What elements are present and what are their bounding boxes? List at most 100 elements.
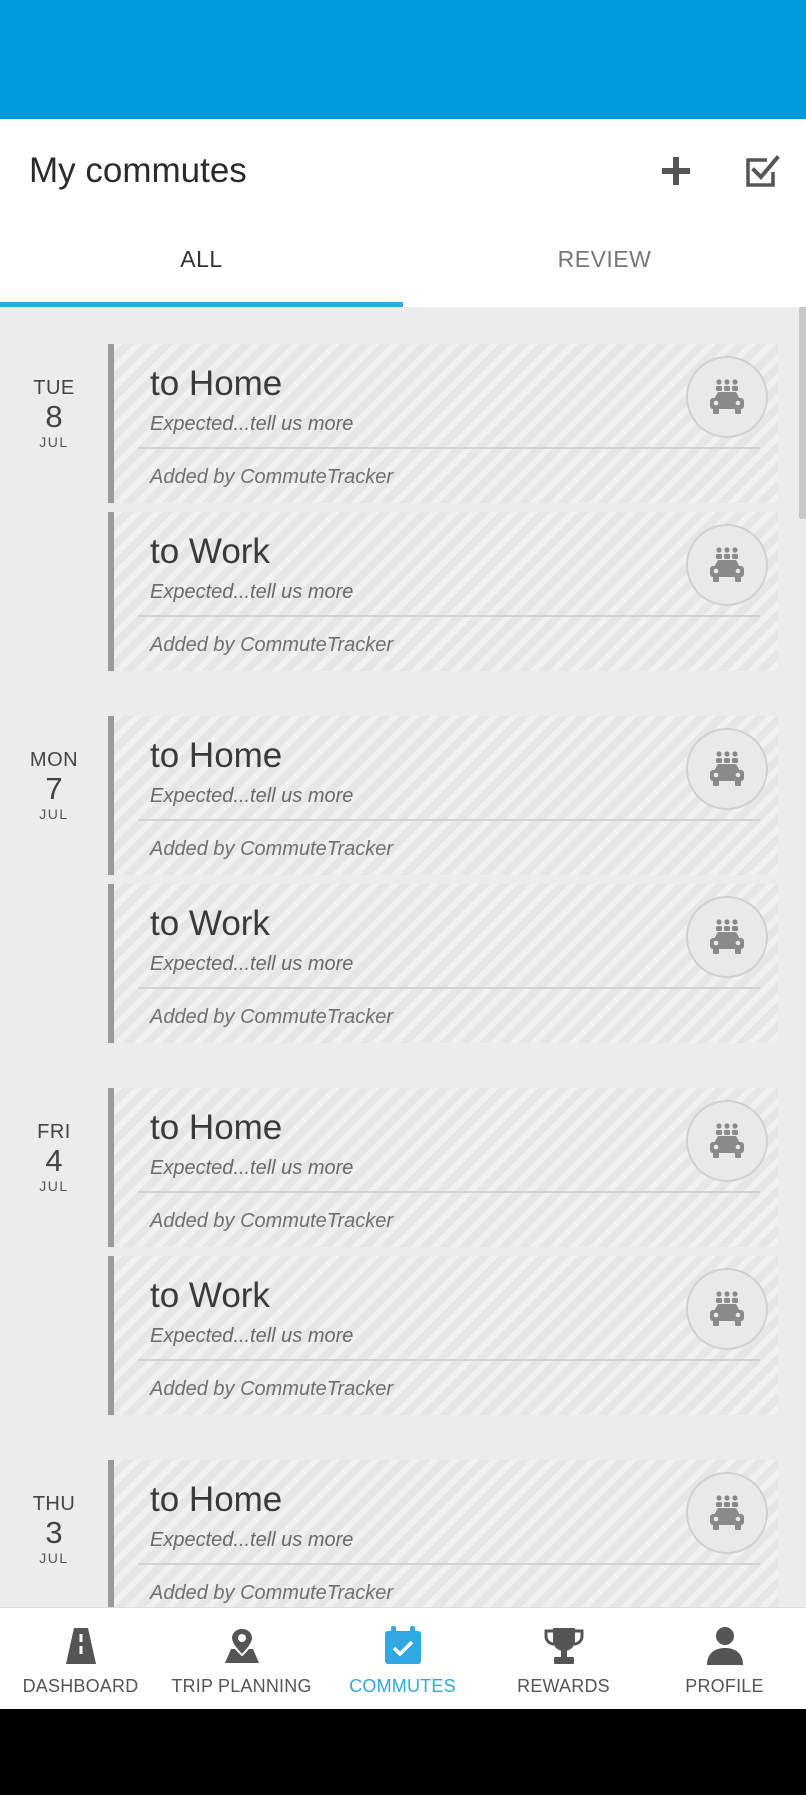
commute-card[interactable]: to Work Expected...tell us more Added by C… (108, 884, 778, 1043)
date-weekday: TUE (33, 377, 75, 399)
commute-destination: to Home (150, 364, 283, 403)
commute-tabs: ALL REVIEW (0, 219, 806, 307)
tab-all[interactable]: ALL (0, 219, 403, 307)
commute-card[interactable]: to Work Expected...tell us more Added by C… (108, 1256, 778, 1415)
date-month: JUL (39, 1178, 69, 1194)
road-icon (65, 1628, 96, 1664)
date-day: 7 (45, 771, 63, 806)
commute-source: Added by CommuteTracker (150, 1210, 394, 1232)
card-divider (138, 447, 760, 449)
commute-mode-button[interactable] (686, 1268, 768, 1350)
carpool-icon (710, 1291, 744, 1326)
commute-destination: to Home (150, 736, 283, 775)
carpool-icon (710, 751, 744, 786)
nav-item-commutes[interactable]: COMMUTES (322, 1608, 483, 1710)
commute-mode-button[interactable] (686, 356, 768, 438)
date-weekday: FRI (37, 1121, 71, 1143)
commute-status: Expected...tell us more (150, 1157, 354, 1179)
status-bar (0, 0, 806, 119)
nav-icon-wrap (60, 1625, 102, 1667)
day-group: TUE 8 JUL to Home Expected...tell us more Add… (0, 344, 806, 680)
commute-destination: to Home (150, 1480, 283, 1519)
carpool-icon (710, 547, 744, 582)
plus-icon (662, 157, 690, 185)
calendar-check-icon (384, 1626, 421, 1664)
commute-mode-button[interactable] (686, 1100, 768, 1182)
commute-status: Expected...tell us more (150, 1529, 354, 1551)
carpool-icon (710, 1123, 744, 1158)
person-icon (706, 1627, 743, 1665)
date-label: MON 7 JUL (0, 749, 108, 822)
card-divider (138, 987, 760, 989)
commute-mode-button[interactable] (686, 728, 768, 810)
nav-icon-wrap (704, 1625, 746, 1667)
nav-item-trip-planning[interactable]: TRIP PLANNING (161, 1608, 322, 1710)
commute-mode-button[interactable] (686, 1472, 768, 1554)
day-group: MON 7 JUL to Home Expected...tell us more Add… (0, 716, 806, 1052)
nav-label: TRIP PLANNING (171, 1676, 312, 1696)
date-month: JUL (39, 434, 69, 450)
commute-status: Expected...tell us more (150, 413, 354, 435)
commute-card[interactable]: to Work Expected...tell us more Added by C… (108, 512, 778, 671)
nav-item-profile[interactable]: PROFILE (644, 1608, 805, 1710)
date-day: 4 (45, 1143, 63, 1178)
trophy-icon (544, 1628, 583, 1664)
nav-item-dashboard[interactable]: DASHBOARD (0, 1608, 161, 1710)
commute-source: Added by CommuteTracker (150, 1378, 394, 1400)
date-day: 3 (45, 1515, 63, 1550)
day-group: FRI 4 JUL to Home Expected...tell us more Add… (0, 1088, 806, 1424)
commute-source: Added by CommuteTracker (150, 466, 394, 488)
commute-status: Expected...tell us more (150, 1325, 354, 1347)
carpool-icon (710, 919, 744, 954)
carpool-icon (710, 379, 744, 414)
commute-status: Expected...tell us more (150, 785, 354, 807)
system-navigation-bar (0, 1709, 806, 1795)
nav-icon-wrap (382, 1625, 424, 1667)
nav-label: COMMUTES (349, 1676, 456, 1696)
date-weekday: THU (32, 1493, 76, 1515)
commute-status: Expected...tell us more (150, 953, 354, 975)
commute-mode-button[interactable] (686, 524, 768, 606)
tab-review[interactable]: REVIEW (403, 219, 806, 307)
date-month: JUL (39, 1550, 69, 1566)
commute-card[interactable]: to Home Expected...tell us more Added by C… (108, 716, 778, 875)
date-label: THU 3 JUL (0, 1493, 108, 1566)
page-title: My commutes (29, 151, 247, 190)
commute-card[interactable]: to Home Expected...tell us more Added by C… (108, 1088, 778, 1247)
commute-card[interactable]: to Home Expected...tell us more Added by C… (108, 1460, 778, 1607)
commute-source: Added by CommuteTracker (150, 1582, 394, 1604)
commute-source: Added by CommuteTracker (150, 838, 394, 860)
app-header: My commutes (0, 119, 806, 219)
commute-status: Expected...tell us more (150, 581, 354, 603)
bottom-nav: DASHBOARD TRIP PLANNING COMMUTES REWARDS PRO… (0, 1607, 806, 1709)
commute-destination: to Home (150, 1108, 283, 1147)
nav-label: DASHBOARD (22, 1676, 139, 1696)
commute-source: Added by CommuteTracker (150, 1006, 394, 1028)
nav-label: PROFILE (685, 1676, 764, 1696)
commute-card[interactable]: to Home Expected...tell us more Added by C… (108, 344, 778, 503)
commute-destination: to Work (150, 904, 270, 943)
date-label: TUE 8 JUL (0, 377, 108, 450)
date-label: FRI 4 JUL (0, 1121, 108, 1194)
card-divider (138, 615, 760, 617)
review-all-button[interactable] (734, 143, 790, 199)
card-divider (138, 1563, 760, 1565)
card-divider (138, 819, 760, 821)
nav-item-rewards[interactable]: REWARDS (483, 1608, 644, 1710)
day-group: THU 3 JUL to Home Expected...tell us more Add… (0, 1460, 806, 1607)
commute-mode-button[interactable] (686, 896, 768, 978)
commute-destination: to Work (150, 532, 270, 571)
carpool-icon (710, 1495, 744, 1530)
date-weekday: MON (29, 749, 79, 771)
date-month: JUL (39, 806, 69, 822)
card-divider (138, 1191, 760, 1193)
card-divider (138, 1359, 760, 1361)
commute-source: Added by CommuteTracker (150, 634, 394, 656)
nav-icon-wrap (543, 1625, 585, 1667)
add-commute-button[interactable] (648, 143, 704, 199)
date-day: 8 (45, 399, 63, 434)
commute-destination: to Work (150, 1276, 270, 1315)
commute-list[interactable]: TUE 8 JUL to Home Expected...tell us more Add… (0, 307, 806, 1607)
nav-icon-wrap (221, 1625, 263, 1667)
checkbox-icon (746, 155, 780, 187)
